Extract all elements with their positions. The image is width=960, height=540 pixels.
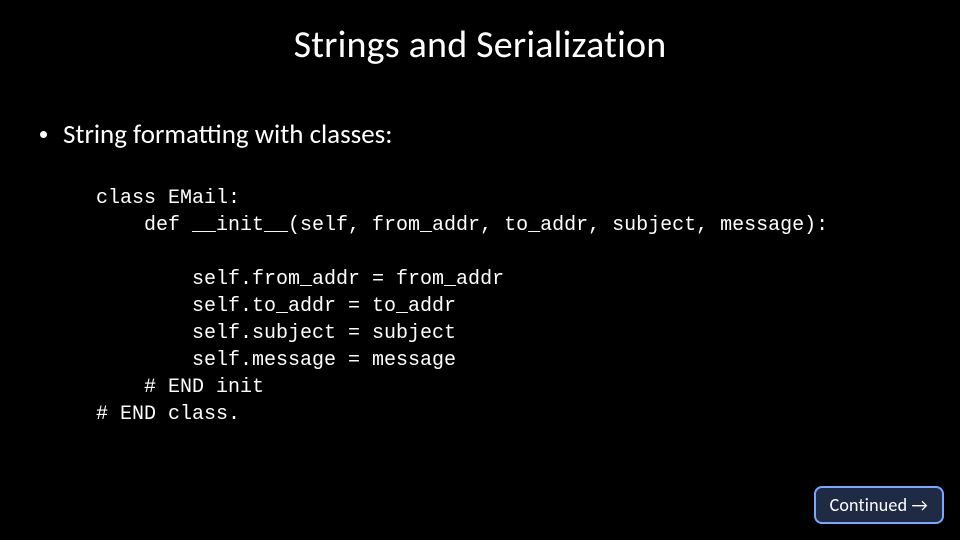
bullet-dot-icon (40, 131, 47, 138)
code-block: class EMail: def __init__(self, from_add… (96, 185, 960, 428)
slide: Strings and Serialization String formatt… (0, 0, 960, 540)
bullet-item: String formatting with classes: (40, 118, 960, 151)
slide-title: Strings and Serialization (0, 0, 960, 68)
continued-badge: Continued → (814, 486, 944, 524)
bullet-text: String formatting with classes: (63, 118, 392, 151)
